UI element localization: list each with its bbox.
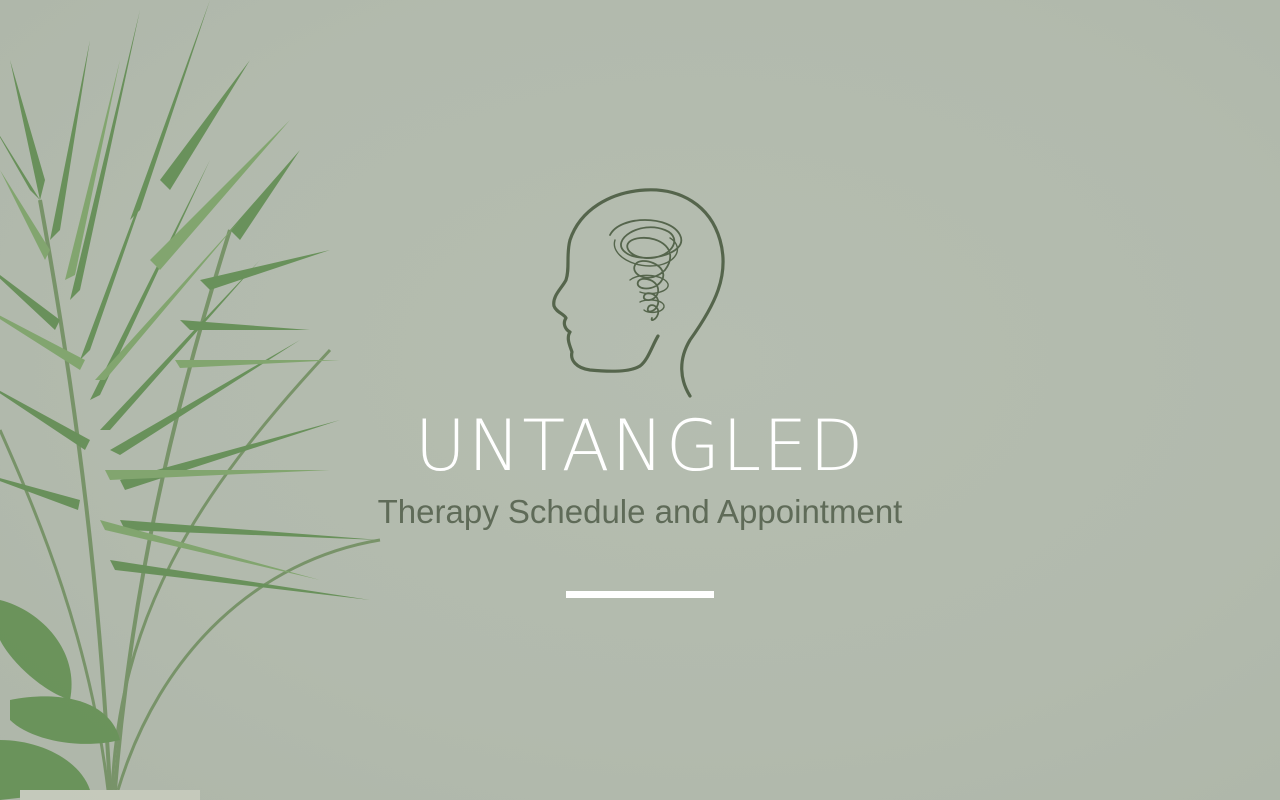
- brand-title: UNTANGLED: [414, 405, 866, 487]
- head-with-tangled-thoughts-icon: [552, 188, 725, 398]
- hero: UNTANGLED Therapy Schedule and Appointme…: [0, 0, 1280, 800]
- brand-subtitle: Therapy Schedule and Appointment: [377, 493, 903, 530]
- divider: [566, 591, 714, 598]
